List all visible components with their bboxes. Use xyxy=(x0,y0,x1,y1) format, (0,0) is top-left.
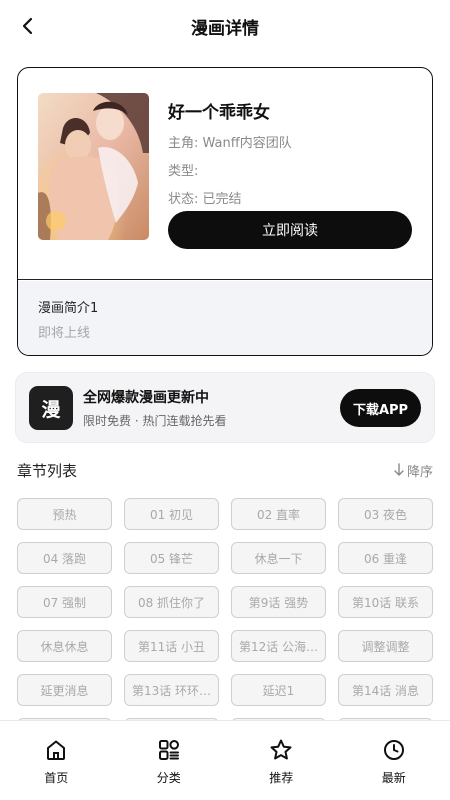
chapter-item[interactable]: 休息一下 xyxy=(231,542,326,574)
page-title: 漫画详情 xyxy=(191,18,259,39)
comic-title: 好一个乖乖女 xyxy=(168,103,270,123)
top-bar: 漫画详情 xyxy=(0,0,450,52)
chapter-item[interactable]: 01 初见 xyxy=(124,498,219,530)
tab-latest[interactable]: 最新 xyxy=(338,721,450,800)
comic-info-section: 好一个乖乖女 主角: Wanff内容团队 类型: 状态: 已完结 立即阅读 xyxy=(18,68,432,280)
comic-info: 好一个乖乖女 主角: Wanff内容团队 类型: 状态: 已完结 xyxy=(168,98,412,219)
bottom-tab-bar: 首页 分类 推荐 最新 xyxy=(0,720,450,800)
status-label: 状态: xyxy=(168,192,199,207)
download-app-button[interactable]: 下载APP xyxy=(340,389,421,427)
protagonist-value: Wanff内容团队 xyxy=(202,136,292,151)
chapter-item[interactable]: 04 落跑 xyxy=(17,542,112,574)
tab-category[interactable]: 分类 xyxy=(113,721,226,800)
tab-recommend-label: 推荐 xyxy=(269,771,294,785)
comic-cover-image[interactable] xyxy=(38,93,149,240)
chapter-item[interactable]: 03 夜色 xyxy=(338,498,433,530)
chapter-item[interactable]: 第10话 联系 xyxy=(338,586,433,618)
type-row: 类型: xyxy=(168,163,412,191)
sort-toggle[interactable]: 降序 xyxy=(393,461,433,480)
intro-section: 漫画简介1 即将上线 xyxy=(18,281,432,355)
chapter-item[interactable]: 08 抓住你了 xyxy=(124,586,219,618)
chapter-list-header: 章节列表 降序 xyxy=(17,458,433,482)
chapter-grid: 预热 01 初见 02 直率 03 夜色 04 落跑 05 锋芒 休息一下 06… xyxy=(17,498,433,720)
tab-category-label: 分类 xyxy=(156,771,181,785)
chapter-item[interactable]: 第9话 强势 xyxy=(231,586,326,618)
chevron-left-icon xyxy=(22,17,33,35)
arrow-down-icon xyxy=(394,463,404,476)
download-app-banner[interactable]: 漫 全网爆款漫画更新中 限时免费 · 热门连载抢先看 下载APP xyxy=(15,372,435,443)
category-grid-icon xyxy=(156,737,182,763)
chapter-item[interactable]: 07 强制 xyxy=(17,586,112,618)
sort-label: 降序 xyxy=(406,464,433,480)
chapter-list-title: 章节列表 xyxy=(17,461,78,480)
type-label: 类型: xyxy=(168,164,199,179)
status-value: 已完结 xyxy=(202,192,242,207)
tab-home-label: 首页 xyxy=(44,771,69,785)
chapter-item[interactable]: 06 重逢 xyxy=(338,542,433,574)
chapter-item[interactable]: 延更消息 xyxy=(17,674,112,706)
banner-title: 全网爆款漫画更新中 xyxy=(83,390,209,406)
clock-icon xyxy=(381,737,407,763)
chapter-item[interactable]: 第11话 小丑 xyxy=(124,630,219,662)
intro-title: 漫画简介1 xyxy=(38,301,99,316)
chapter-item[interactable]: 第12话 公海… xyxy=(231,630,326,662)
chapter-item[interactable]: 第14话 消息 xyxy=(338,674,433,706)
tab-recommend[interactable]: 推荐 xyxy=(225,721,338,800)
intro-text: 即将上线 xyxy=(38,326,91,341)
banner-subtitle: 限时免费 · 热门连载抢先看 xyxy=(83,414,227,428)
tab-latest-label: 最新 xyxy=(381,771,406,785)
chapter-item[interactable]: 05 锋芒 xyxy=(124,542,219,574)
chapter-item[interactable]: 第13话 环环… xyxy=(124,674,219,706)
home-icon xyxy=(43,737,69,763)
tab-home[interactable]: 首页 xyxy=(0,721,113,800)
app-logo-icon: 漫 xyxy=(29,386,73,430)
star-icon xyxy=(268,737,294,763)
chapter-item[interactable]: 调整调整 xyxy=(338,630,433,662)
chapter-item[interactable]: 休息休息 xyxy=(17,630,112,662)
chapter-item[interactable]: 预热 xyxy=(17,498,112,530)
cover-illustration xyxy=(38,93,149,240)
read-now-button[interactable]: 立即阅读 xyxy=(168,211,412,249)
chapter-item[interactable]: 02 直率 xyxy=(231,498,326,530)
comic-detail-card: 好一个乖乖女 主角: Wanff内容团队 类型: 状态: 已完结 立即阅读 漫画… xyxy=(17,67,433,356)
back-button[interactable] xyxy=(14,12,42,40)
protagonist-row: 主角: Wanff内容团队 xyxy=(168,135,412,163)
protagonist-label: 主角: xyxy=(168,136,199,151)
chapter-item[interactable]: 延迟1 xyxy=(231,674,326,706)
